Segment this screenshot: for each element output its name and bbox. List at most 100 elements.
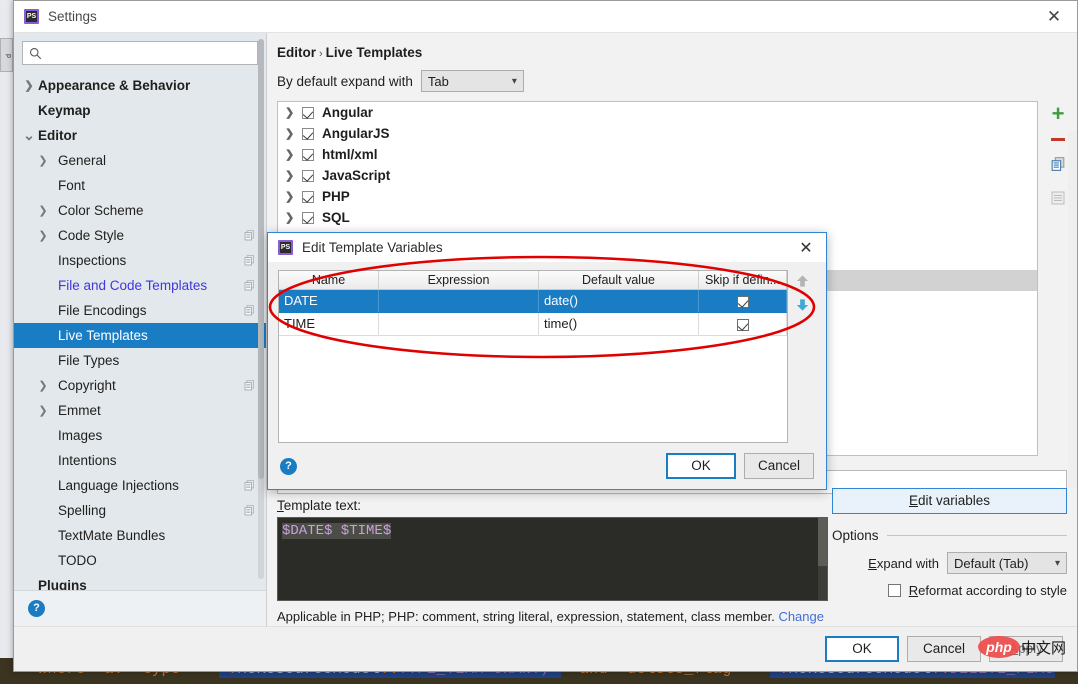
sidebar-item-file-types[interactable]: File Types (14, 348, 266, 373)
copy-settings-icon[interactable] (243, 279, 256, 292)
help-icon[interactable]: ? (280, 458, 297, 475)
template-group-checkbox[interactable] (302, 149, 314, 161)
help-icon[interactable]: ? (28, 600, 45, 617)
template-group-row[interactable]: ❯html/xml (278, 144, 1037, 165)
search-input[interactable] (42, 42, 251, 64)
sidebar-item-code-style[interactable]: ❯Code Style (14, 223, 266, 248)
sidebar-item-todo[interactable]: TODO (14, 548, 266, 573)
template-group-row[interactable]: ❯JavaScript (278, 165, 1037, 186)
variable-name-cell[interactable]: DATE (279, 290, 379, 312)
chevron-right-icon[interactable]: ❯ (36, 404, 50, 417)
chevron-right-icon[interactable]: ❯ (36, 154, 50, 167)
sidebar-item-live-templates[interactable]: Live Templates (14, 323, 266, 348)
template-group-checkbox[interactable] (302, 212, 314, 224)
sidebar-scrollbar[interactable] (258, 39, 264, 579)
template-group-checkbox[interactable] (302, 107, 314, 119)
change-context-link[interactable]: Change (778, 609, 824, 624)
variable-default-cell[interactable]: date() (539, 290, 699, 312)
variable-skip-cell[interactable] (699, 313, 787, 335)
template-text-scrollbar[interactable] (818, 518, 827, 601)
copy-settings-icon[interactable] (243, 229, 256, 242)
close-icon[interactable]: ✕ (1031, 1, 1077, 33)
ok-button[interactable]: OK (825, 636, 899, 662)
sidebar-item-general[interactable]: ❯General (14, 148, 266, 173)
template-text-editor[interactable]: $DATE$ $TIME$ (277, 517, 828, 601)
sidebar-item-images[interactable]: Images (14, 423, 266, 448)
chevron-right-icon[interactable]: ❯ (285, 190, 302, 203)
column-header-default[interactable]: Default value (539, 271, 699, 289)
template-group-checkbox[interactable] (302, 170, 314, 182)
column-header-skip[interactable]: Skip if defin... (699, 271, 787, 289)
variable-expression-cell[interactable] (379, 290, 539, 312)
reformat-row[interactable]: Reformat according to style (832, 583, 1067, 598)
copy-settings-icon[interactable] (243, 479, 256, 492)
variable-skip-cell[interactable] (699, 290, 787, 312)
chevron-right-icon[interactable]: ❯ (285, 148, 302, 161)
variable-name-cell[interactable]: TIME (279, 313, 379, 335)
arrow-down-icon[interactable] (795, 297, 810, 313)
skip-if-defined-checkbox[interactable] (737, 296, 749, 308)
copy-icon[interactable] (1050, 156, 1067, 173)
arrow-up-icon[interactable] (795, 273, 810, 289)
sidebar-item-font[interactable]: Font (14, 173, 266, 198)
search-box[interactable] (22, 41, 258, 65)
chevron-right-icon[interactable]: ❯ (285, 127, 302, 140)
column-header-expression[interactable]: Expression (379, 271, 539, 289)
copy-settings-icon[interactable] (243, 379, 256, 392)
variables-table[interactable]: Name Expression Default value Skip if de… (278, 270, 788, 443)
template-group-row[interactable]: ❯Angular (278, 102, 1037, 123)
chevron-right-icon[interactable]: ❯ (22, 79, 36, 92)
close-icon[interactable]: ✕ (786, 238, 826, 258)
chevron-down-icon: ▾ (512, 76, 517, 87)
copy-settings-icon[interactable] (243, 254, 256, 267)
chevron-right-icon[interactable]: ❯ (36, 379, 50, 392)
chevron-right-icon[interactable]: ❯ (36, 204, 50, 217)
sidebar-item-emmet[interactable]: ❯Emmet (14, 398, 266, 423)
expand-with-select[interactable]: Default (Tab) ▾ (947, 552, 1067, 574)
remove-icon[interactable] (1051, 138, 1065, 141)
template-group-row[interactable]: ❯SQL (278, 207, 1037, 228)
template-group-row[interactable]: ❯PHP (278, 186, 1037, 207)
variable-expression-cell[interactable] (379, 313, 539, 335)
copy-settings-icon[interactable] (243, 504, 256, 517)
cancel-button[interactable]: Cancel (907, 636, 981, 662)
copy-settings-icon[interactable] (243, 304, 256, 317)
sidebar-item-textmate-bundles[interactable]: TextMate Bundles (14, 523, 266, 548)
skip-if-defined-checkbox[interactable] (737, 319, 749, 331)
reformat-checkbox[interactable] (888, 584, 901, 597)
sidebar-item-intentions[interactable]: Intentions (14, 448, 266, 473)
template-group-row[interactable]: ❯AngularJS (278, 123, 1037, 144)
default-expand-select[interactable]: Tab ▾ (421, 70, 524, 92)
add-icon[interactable]: + (1052, 107, 1065, 121)
ide-left-tab[interactable]: p (0, 38, 13, 72)
dialog-titlebar: PS Edit Template Variables ✕ (268, 233, 826, 262)
sidebar-item-copyright[interactable]: ❯Copyright (14, 373, 266, 398)
help-bar: ? (14, 590, 266, 626)
chevron-down-icon[interactable]: ⌄ (22, 127, 36, 144)
sidebar-item-file-and-code-templates[interactable]: File and Code Templates (14, 273, 266, 298)
sidebar-item-color-scheme[interactable]: ❯Color Scheme (14, 198, 266, 223)
column-header-name[interactable]: Name (279, 271, 379, 289)
sidebar-item-spelling[interactable]: Spelling (14, 498, 266, 523)
template-group-checkbox[interactable] (302, 191, 314, 203)
sidebar-item-editor[interactable]: ⌄Editor (14, 123, 266, 148)
sidebar-item-file-encodings[interactable]: File Encodings (14, 298, 266, 323)
dialog-ok-button[interactable]: OK (666, 453, 736, 479)
sidebar-item-keymap[interactable]: Keymap (14, 98, 266, 123)
sidebar-item-label: Font (58, 178, 85, 193)
sidebar-item-language-injections[interactable]: Language Injections (14, 473, 266, 498)
dialog-cancel-button[interactable]: Cancel (744, 453, 814, 479)
sidebar-item-appearance-behavior[interactable]: ❯Appearance & Behavior (14, 73, 266, 98)
chevron-right-icon[interactable]: ❯ (36, 229, 50, 242)
sidebar-item-inspections[interactable]: Inspections (14, 248, 266, 273)
edit-variables-button[interactable]: Edit variables (832, 488, 1067, 514)
variable-default-cell[interactable]: time() (539, 313, 699, 335)
chevron-right-icon[interactable]: ❯ (285, 169, 302, 182)
sidebar-item-plugins[interactable]: Plugins (14, 573, 266, 590)
detail-pane-scrollbar[interactable] (1068, 130, 1077, 488)
template-group-checkbox[interactable] (302, 128, 314, 140)
variables-table-row[interactable]: DATE date() (279, 290, 787, 313)
chevron-right-icon[interactable]: ❯ (285, 106, 302, 119)
variables-table-row[interactable]: TIME time() (279, 313, 787, 336)
chevron-right-icon[interactable]: ❯ (285, 211, 302, 224)
